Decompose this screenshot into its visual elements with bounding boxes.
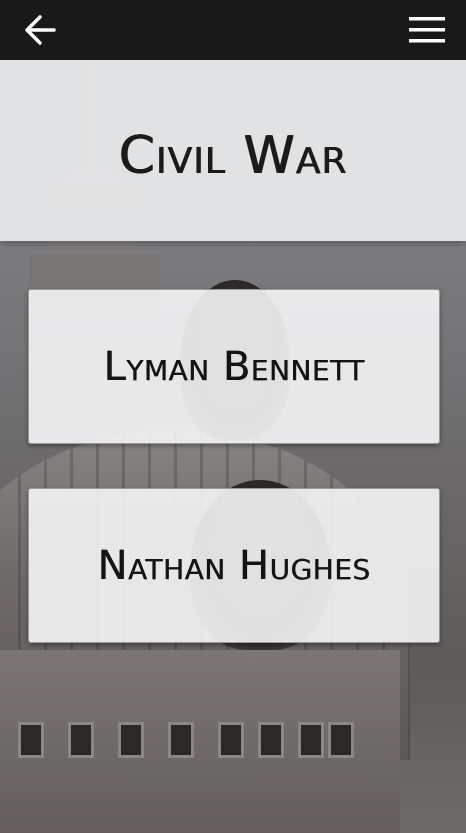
person-card-lyman-bennett[interactable]: Lyman Bennett [28, 289, 440, 444]
hamburger-menu-icon [409, 17, 445, 43]
menu-button[interactable] [408, 12, 446, 48]
person-card-nathan-hughes[interactable]: Nathan Hughes [28, 488, 440, 643]
top-navbar [0, 0, 466, 60]
page-title: Civil War [118, 125, 348, 186]
dome-window [18, 722, 44, 758]
title-band: Civil War [0, 60, 466, 241]
dome-window [168, 722, 194, 758]
dome-window [328, 722, 354, 758]
person-card-label: Lyman Bennett [103, 343, 365, 390]
back-button[interactable] [22, 12, 60, 48]
dome-window [118, 722, 144, 758]
dome-window [68, 722, 94, 758]
dome-window [218, 722, 244, 758]
arrow-left-icon [25, 15, 56, 45]
dome-window [298, 722, 324, 758]
person-card-label: Nathan Hughes [97, 542, 371, 589]
dome-window [258, 722, 284, 758]
